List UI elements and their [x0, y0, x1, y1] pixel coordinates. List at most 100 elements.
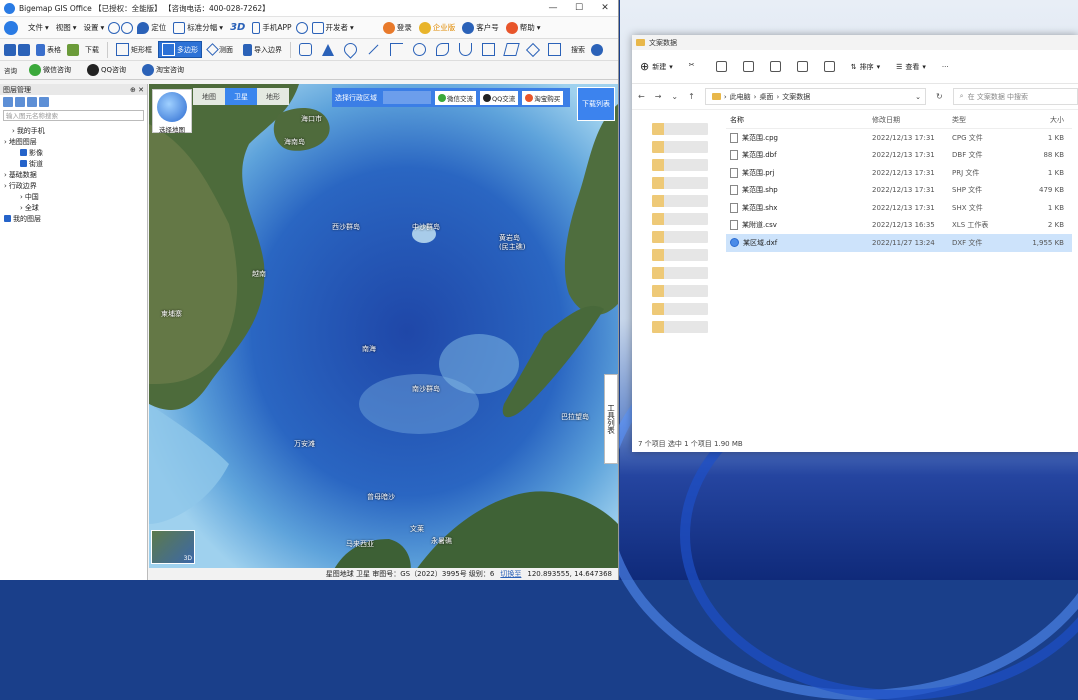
menu-developer[interactable]: 开发者 ▾	[309, 19, 357, 37]
zoom-in-icon[interactable]	[108, 21, 121, 34]
nav-item-blurred[interactable]	[652, 321, 708, 333]
col-date[interactable]: 修改日期	[872, 115, 952, 125]
nav-item-blurred[interactable]	[652, 141, 708, 153]
edit-icon[interactable]	[548, 43, 561, 56]
rename-icon[interactable]	[769, 61, 781, 72]
menu-settings[interactable]: 设置 ▾	[81, 19, 108, 37]
maximize-icon[interactable]: ☐	[566, 3, 592, 13]
file-row[interactable]: 某区域.dxf 2022/11/27 13:24 DXF 文件 1,955 KB	[726, 234, 1072, 252]
expand-icon[interactable]: ›	[4, 138, 7, 146]
tab-terrain[interactable]: 地形	[257, 88, 289, 105]
delete-icon[interactable]	[823, 61, 835, 72]
rect-select-button[interactable]: 矩形框	[112, 41, 156, 58]
paste-icon[interactable]	[742, 61, 754, 72]
navigation-icon[interactable]	[591, 43, 603, 56]
download-button[interactable]: 下载	[81, 41, 103, 58]
layer-tool-icon[interactable]	[15, 97, 25, 107]
layer-tool-icon[interactable]	[27, 97, 37, 107]
expand-icon[interactable]: ›	[12, 127, 15, 135]
nav-item-blurred[interactable]	[652, 231, 708, 243]
select-map-button[interactable]: 选择地图	[152, 89, 192, 134]
forward-icon[interactable]: →	[655, 92, 662, 101]
nav-item-blurred[interactable]	[652, 195, 708, 207]
eraser-icon[interactable]	[525, 42, 541, 57]
table-button[interactable]: 表格	[32, 41, 65, 58]
refresh-icon[interactable]: ↻	[936, 92, 943, 101]
menu-view[interactable]: 视图 ▾	[53, 19, 80, 37]
layer-tree-item[interactable]: › 全球	[0, 202, 147, 213]
satellite-map[interactable]: 选择地图 地图 卫星 地形 选择行政区域 微信交流 QQ交流 淘宝购买 下载列表…	[149, 84, 618, 580]
open-folder-icon[interactable]	[4, 43, 16, 56]
menu-grid[interactable]: 标准分幅 ▾	[170, 19, 226, 37]
more-button[interactable]: ···	[942, 63, 949, 71]
file-row[interactable]: 某范围.dbf 2022/12/13 17:31 DBF 文件 88 KB	[726, 147, 1072, 165]
chart-icon[interactable]	[67, 43, 79, 56]
taobao-consult-button[interactable]: 淘宝咨询	[138, 62, 188, 79]
file-row[interactable]: 某范围.prj 2022/12/13 17:31 PRJ 文件 1 KB	[726, 164, 1072, 182]
close-icon[interactable]: ✕	[592, 3, 618, 13]
tab-satellite[interactable]: 卫星	[225, 88, 257, 105]
pointer-icon[interactable]	[322, 43, 334, 56]
polygon-select-button[interactable]: 多边形	[158, 41, 202, 58]
minimize-icon[interactable]: —	[540, 3, 566, 13]
layer-tree-item[interactable]: › 基础数据	[0, 169, 147, 180]
checkbox-icon[interactable]	[20, 160, 27, 167]
nav-item-blurred[interactable]	[652, 213, 708, 225]
nav-item-blurred[interactable]	[652, 177, 708, 189]
menu-file[interactable]: 文件 ▾	[25, 19, 52, 37]
circle-icon[interactable]	[413, 43, 426, 56]
nav-item-blurred[interactable]	[652, 159, 708, 171]
import-boundary-button[interactable]: 导入边界	[239, 41, 286, 58]
col-type[interactable]: 类型	[952, 115, 1024, 125]
nav-item-blurred[interactable]	[652, 267, 708, 279]
tab-map[interactable]: 地图	[193, 88, 225, 105]
copy-icon[interactable]	[715, 61, 727, 72]
measure-area-button[interactable]: 测面	[204, 41, 237, 58]
expand-icon[interactable]: ›	[4, 182, 7, 190]
chevron-down-icon[interactable]: ⌄	[671, 92, 678, 101]
save-icon[interactable]	[18, 43, 30, 56]
line-icon[interactable]	[368, 44, 379, 55]
up-icon[interactable]: ↑	[688, 92, 695, 101]
file-row[interactable]: 某范围.shp 2022/12/13 17:31 SHP 文件 479 KB	[726, 182, 1072, 200]
help-button[interactable]: 帮助 ▾	[503, 19, 544, 37]
search-icon[interactable]	[39, 97, 49, 107]
qq-exchange-button[interactable]: QQ交流	[480, 90, 519, 105]
zoom-out-icon[interactable]	[121, 21, 134, 34]
col-size[interactable]: 大小	[1024, 115, 1068, 125]
region-input[interactable]	[383, 91, 431, 104]
checkbox-icon[interactable]	[4, 215, 11, 222]
checkbox-icon[interactable]	[20, 149, 27, 156]
sort-button[interactable]: ⇅ 排序 ▾	[851, 62, 880, 72]
customer-id-button[interactable]: 客户号	[459, 19, 502, 37]
cut-icon[interactable]: ✂	[689, 61, 700, 72]
layer-tree-item[interactable]: 影像	[0, 147, 147, 158]
layer-tree-item[interactable]: › 我的手机	[0, 125, 147, 136]
3d-thumbnail[interactable]: 3D	[151, 530, 195, 564]
nav-item-blurred[interactable]	[652, 249, 708, 261]
expand-icon[interactable]: ›	[20, 204, 23, 212]
file-row[interactable]: 某范围.cpg 2022/12/13 17:31 CPG 文件 1 KB	[726, 129, 1072, 147]
nav-item-blurred[interactable]	[652, 303, 708, 315]
new-button[interactable]: ⊕ 新建 ▾	[640, 60, 673, 73]
file-row[interactable]: 某范围.shx 2022/12/13 17:31 SHX 文件 1 KB	[726, 199, 1072, 217]
text-icon[interactable]	[503, 43, 520, 56]
share-icon[interactable]	[796, 61, 808, 72]
back-icon[interactable]: ←	[638, 92, 645, 101]
col-name[interactable]: 名称	[726, 115, 872, 125]
qq-consult-button[interactable]: QQ咨询	[83, 62, 130, 79]
app-icon[interactable]	[4, 20, 18, 35]
wechat-exchange-button[interactable]: 微信交流	[435, 90, 476, 105]
layer-tool-icon[interactable]	[3, 97, 13, 107]
marker-icon[interactable]	[341, 40, 360, 59]
enterprise-button[interactable]: 企业版	[416, 19, 459, 37]
layer-tree-item[interactable]: 我的图层	[0, 213, 147, 224]
view-button[interactable]: ☰ 查看 ▾	[896, 62, 926, 72]
download-list-button[interactable]: 下载列表	[577, 87, 615, 121]
rectangle-draw-icon[interactable]	[482, 43, 495, 56]
nav-item-blurred[interactable]	[652, 285, 708, 297]
explorer-search-input[interactable]: ⌕ 在 文案数据 中搜索	[952, 88, 1078, 105]
polyline-icon[interactable]	[390, 43, 403, 56]
layer-tree-item[interactable]: › 行政边界	[0, 180, 147, 191]
taobao-buy-button[interactable]: 淘宝购买	[522, 90, 564, 105]
